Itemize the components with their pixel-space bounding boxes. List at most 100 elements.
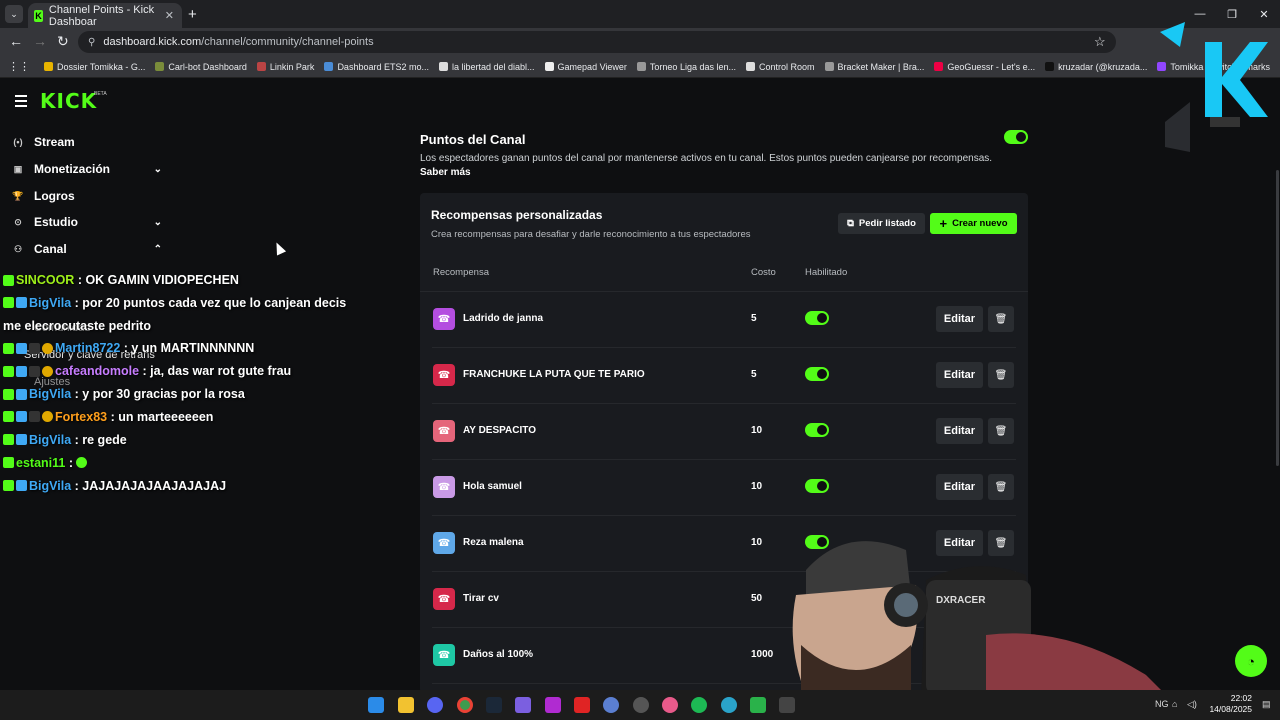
bookmark-star-icon[interactable]: ☆ [1094,34,1106,50]
reward-enabled-toggle[interactable] [805,311,829,325]
bookmark-item[interactable]: Linkin Park [256,62,314,72]
browser-tab[interactable]: K Channel Points - Kick Dashboar ✕ [28,3,182,28]
trash-icon[interactable]: 🗑 [988,362,1014,388]
chevron-down-icon[interactable]: ⌄ [154,164,162,175]
address-bar[interactable]: ⚲ dashboard.kick.com /channel/community/… [78,31,1116,53]
trash-icon[interactable]: 🗑 [988,306,1014,332]
bookmark-item[interactable]: kruzadar (@kruzada... [1045,62,1147,72]
chevron-up-icon[interactable]: ⌃ [154,244,162,255]
kick-badge-icon [3,388,14,400]
back-icon[interactable]: ← [9,33,23,49]
bookmark-item[interactable]: Control Room [745,62,815,72]
system-clock[interactable]: 22:02 14/08/2025 [1204,693,1252,715]
site-info-icon[interactable]: ⚲ [88,37,95,48]
language-indicator[interactable]: NG [1155,699,1169,709]
app-icon-1[interactable] [545,697,561,713]
app-icon-7[interactable] [779,697,795,713]
chrome-icon[interactable] [457,697,473,713]
discord-icon[interactable] [427,697,443,713]
kick-badge-icon [3,411,14,423]
page-description: Los espectadores ganan puntos del canal … [420,153,993,164]
edit-button[interactable]: Editar [936,474,983,500]
app-icon-4[interactable] [662,697,678,713]
new-tab-button[interactable]: + [188,6,197,23]
rewards-subtitle: Crea recompensas para desafiar y darle r… [431,229,751,240]
browser-toolbar: ← → ↻ ⚲ dashboard.kick.com /channel/comm… [0,28,1280,56]
obs-icon[interactable] [633,697,649,713]
kick-badge-icon [3,434,14,446]
app-icon-5[interactable] [721,697,737,713]
game-controller-icon[interactable] [515,697,531,713]
bookmark-item[interactable]: Carl-bot Dashboard [155,62,247,72]
apps-grid-icon[interactable]: ⋮⋮ [8,60,30,73]
column-header-enabled[interactable]: Habilitado [805,267,847,278]
channel-points-toggle[interactable] [1004,130,1028,144]
chat-text: re gede [82,432,127,447]
reward-icon: ☎ [433,364,455,386]
reward-cost: 10 [751,425,763,436]
forward-icon[interactable]: → [33,33,47,49]
sidebar-item-label: Monetización [34,162,111,176]
bookmark-item[interactable]: Dashboard ETS2 mo... [324,62,429,72]
start-menu-icon[interactable] [368,697,384,713]
volume-icon[interactable]: ◁) [1187,699,1197,710]
reload-icon[interactable]: ↻ [57,33,69,50]
spotify-icon[interactable] [691,697,707,713]
sidebar-item-monetizacin[interactable]: ▣ Monetización ⌄ [12,162,162,176]
support-chat-button[interactable]: ◔ [1235,645,1267,677]
chat-separator: : [107,409,119,424]
reward-enabled-toggle[interactable] [805,367,829,381]
bookmark-item[interactable]: Bracket Maker | Bra... [824,62,924,72]
sidebar-item-estudio[interactable]: ⊙ Estudio ⌄ [12,215,162,229]
bookmark-item[interactable]: Dossier Tomikka - G... [44,62,145,72]
notifications-icon[interactable]: ▤ [1262,699,1271,710]
bookmark-item[interactable]: GeoGuessr - Let's e... [934,62,1035,72]
bookmark-label: Dashboard ETS2 mo... [337,61,429,72]
file-explorer-icon[interactable] [398,697,414,713]
column-header-cost[interactable]: Costo [751,267,776,278]
url-path: /channel/community/channel-points [201,36,374,48]
chat-badges [3,361,55,383]
reward-enabled-toggle[interactable] [805,423,829,437]
sidebar-item-logros[interactable]: 🏆 Logros [12,189,162,203]
bookmark-item[interactable]: la libertad del diabl... [438,62,535,72]
edit-button[interactable]: Editar [936,306,983,332]
reward-icon: ☎ [433,476,455,498]
page-scrollbar[interactable] [1276,170,1279,466]
edit-button[interactable]: Editar [936,362,983,388]
chat-badges [3,338,55,360]
column-header-reward[interactable]: Recompensa [433,267,489,278]
chevron-down-icon[interactable]: ⌄ [154,217,162,228]
app-icon-6[interactable] [750,697,766,713]
blue-badge-icon [16,342,27,354]
chat-message: estani11 : [3,452,363,475]
bookmark-item[interactable]: Gamepad Viewer [544,62,627,72]
reward-enabled-toggle[interactable] [805,479,829,493]
kick-header: KICK BETA [0,78,1280,122]
close-tab-icon[interactable]: ✕ [165,9,174,22]
reward-icon: ☎ [433,588,455,610]
tab-search-button[interactable]: ⌄ [5,5,23,23]
app-icon-2[interactable] [574,697,590,713]
edit-button[interactable]: Editar [936,418,983,444]
learn-more-link[interactable]: Saber más [420,167,471,178]
network-icon[interactable]: ⌂ [1172,699,1177,709]
page-title: Puntos del Canal [420,132,526,147]
bookmarks-bar: ⋮⋮ Dossier Tomikka - G... Carl-bot Dashbo… [0,56,1280,78]
menu-icon[interactable] [15,95,27,110]
trash-icon[interactable]: 🗑 [988,474,1014,500]
chat-separator: : [71,295,83,310]
steam-icon[interactable] [486,697,502,713]
emote-icon [76,456,88,468]
trash-icon[interactable]: 🗑 [988,418,1014,444]
kick-logo[interactable]: KICK [40,89,97,113]
rewards-title: Recompensas personalizadas [431,208,603,222]
request-list-button[interactable]: ⧉ Pedir listado [838,213,925,234]
sidebar-item-canal[interactable]: ⚇ Canal ⌃ [12,242,162,256]
bookmark-item[interactable]: Torneo Liga das len... [636,62,736,72]
create-new-button[interactable]: + Crear nuevo [930,213,1017,234]
sidebar-item-stream[interactable]: (•) Stream [12,135,162,149]
chat-message: cafeandomole : ja, das war rot gute frau [3,360,363,383]
table-row: ☎ Hola samuel 10 Editar 🗑 [432,460,1016,516]
app-icon-3[interactable] [603,697,619,713]
